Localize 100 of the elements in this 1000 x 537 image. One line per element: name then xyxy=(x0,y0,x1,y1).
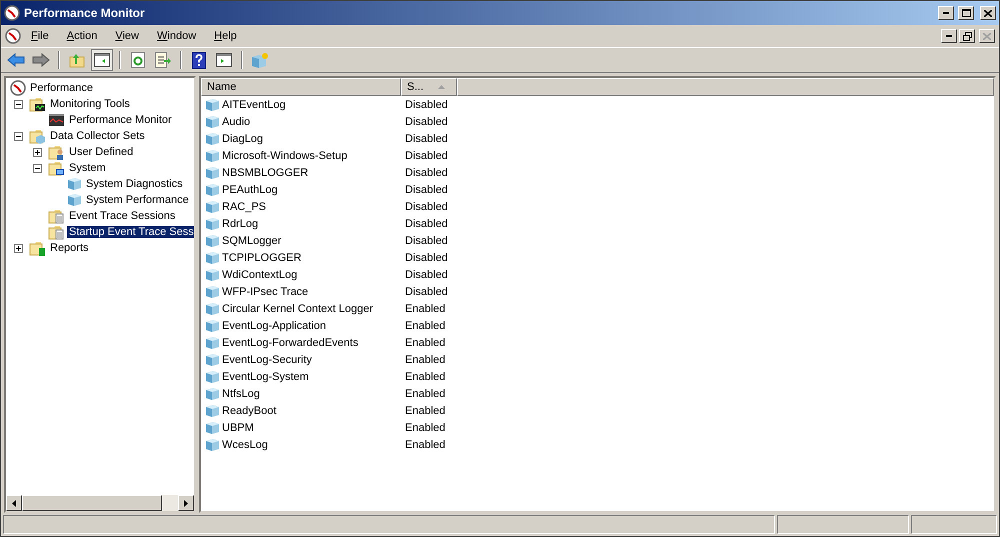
minimize-button[interactable] xyxy=(941,29,957,43)
tree-item[interactable]: Performance xyxy=(28,82,95,94)
session-name[interactable]: EventLog-ForwardedEvents xyxy=(222,336,358,348)
scroll-right-icon[interactable] xyxy=(178,495,194,511)
session-name[interactable]: RAC_PS xyxy=(222,200,266,212)
session-name[interactable]: SQMLogger xyxy=(222,234,282,246)
session-name[interactable]: WdiContextLog xyxy=(222,268,298,280)
folder-mon-icon xyxy=(29,96,46,112)
gauge-icon xyxy=(4,5,20,21)
status-cell-text: Disabled xyxy=(404,268,448,280)
horizontal-scrollbar[interactable] xyxy=(6,495,194,511)
session-name[interactable]: AITEventLog xyxy=(222,98,286,110)
minimize-button[interactable] xyxy=(938,6,954,20)
collapse-icon[interactable] xyxy=(14,132,23,140)
expand-icon[interactable] xyxy=(14,244,23,252)
tree-item[interactable]: System Performance xyxy=(84,194,191,206)
close-button[interactable] xyxy=(980,6,996,20)
status-cell-text: Enabled xyxy=(404,404,446,416)
session-name[interactable]: WFP-IPsec Trace xyxy=(222,286,308,298)
cube-icon xyxy=(205,148,220,162)
cube-icon xyxy=(205,132,220,146)
collapse-icon[interactable] xyxy=(33,164,42,172)
folder-up-icon xyxy=(69,52,85,68)
tree-item[interactable]: Startup Event Trace Sess xyxy=(67,226,194,238)
status-cell-text: Disabled xyxy=(404,132,448,144)
cube-icon xyxy=(205,166,220,180)
status-cell-text: Disabled xyxy=(404,116,448,128)
tree-item[interactable]: User Defined xyxy=(67,146,136,158)
cube-icon xyxy=(205,302,220,316)
status-cell-text: Disabled xyxy=(404,286,448,298)
cube-icon xyxy=(205,420,220,434)
new-cube-icon xyxy=(251,52,269,68)
expand-icon[interactable] xyxy=(33,148,42,156)
tree-item[interactable]: Reports xyxy=(48,242,91,254)
session-name[interactable]: Circular Kernel Context Logger xyxy=(222,302,374,314)
session-name[interactable]: WcesLog xyxy=(222,438,268,450)
status-cell-text: Enabled xyxy=(404,320,446,332)
tree-item[interactable]: Data Collector Sets xyxy=(48,130,147,142)
forward-arrow-icon xyxy=(32,53,50,67)
minimize-icon xyxy=(943,12,949,14)
status-cell-text: Disabled xyxy=(404,200,448,212)
close-icon xyxy=(984,10,992,16)
maximize-button[interactable] xyxy=(958,6,974,20)
status-cell-text: Enabled xyxy=(404,354,446,366)
close-button[interactable] xyxy=(979,29,995,43)
menu-item[interactable]: File xyxy=(23,28,57,44)
status-cell-text: Disabled xyxy=(404,252,448,264)
gauge-icon xyxy=(5,28,21,44)
menu-item[interactable]: View xyxy=(107,28,147,44)
refresh-icon xyxy=(131,52,145,68)
session-name[interactable]: DiagLog xyxy=(222,132,263,144)
column-header[interactable]: S... xyxy=(401,78,457,96)
session-name[interactable]: NBSMBLOGGER xyxy=(222,166,308,178)
window-title: Performance Monitor xyxy=(24,6,146,20)
chart-monitor-icon xyxy=(48,113,65,127)
column-header[interactable]: Name xyxy=(201,78,401,96)
tree-item[interactable]: System Diagnostics xyxy=(84,178,185,190)
session-name[interactable]: Audio xyxy=(222,116,250,128)
cube-icon xyxy=(205,386,220,400)
restore-button[interactable] xyxy=(959,29,975,43)
folder-dcs-icon xyxy=(29,128,46,144)
session-name[interactable]: ReadyBoot xyxy=(222,404,276,416)
session-name[interactable]: EventLog-System xyxy=(222,370,309,382)
session-name[interactable]: UBPM xyxy=(222,422,254,434)
tree-item[interactable]: Performance Monitor xyxy=(67,114,174,126)
collapse-icon[interactable] xyxy=(14,100,23,108)
menu-item[interactable]: Action xyxy=(58,28,106,44)
cube-icon xyxy=(67,177,82,191)
status-cell-text: Enabled xyxy=(404,388,446,400)
cube-icon xyxy=(205,370,220,384)
cube-icon xyxy=(205,352,220,366)
menu-item[interactable]: Help xyxy=(206,28,245,44)
toolbar-button[interactable] xyxy=(91,49,113,71)
status-cell-text: Enabled xyxy=(404,438,446,450)
cube-icon xyxy=(205,200,220,214)
scroll-left-icon[interactable] xyxy=(6,495,22,511)
tree-item[interactable]: Event Trace Sessions xyxy=(67,210,178,222)
session-name[interactable]: RdrLog xyxy=(222,218,258,230)
status-cell-text: Enabled xyxy=(404,336,446,348)
tree-item[interactable]: Monitoring Tools xyxy=(48,98,132,110)
session-name[interactable]: NtfsLog xyxy=(222,388,260,400)
cube-icon xyxy=(205,404,220,418)
session-name[interactable]: Microsoft-Windows-Setup xyxy=(222,150,348,162)
session-name[interactable]: PEAuthLog xyxy=(222,184,278,196)
session-name[interactable]: EventLog-Security xyxy=(222,354,312,366)
back-arrow-icon xyxy=(7,53,25,67)
folder-user-icon xyxy=(48,144,65,160)
folder-rep-icon xyxy=(29,240,46,256)
session-name[interactable]: TCPIPLOGGER xyxy=(222,252,302,264)
scroll-thumb[interactable] xyxy=(22,495,162,511)
cube-icon xyxy=(205,284,220,298)
cube-icon xyxy=(205,182,220,196)
session-name[interactable]: EventLog-Application xyxy=(222,320,326,332)
help-icon xyxy=(192,52,206,68)
status-cell-text: Disabled xyxy=(404,98,448,110)
status-cell-text: Disabled xyxy=(404,184,448,196)
menu-item[interactable]: Window xyxy=(149,28,204,44)
toolbar-button[interactable] xyxy=(152,49,174,71)
tree-item[interactable]: System xyxy=(67,162,108,174)
cube-icon xyxy=(205,268,220,282)
